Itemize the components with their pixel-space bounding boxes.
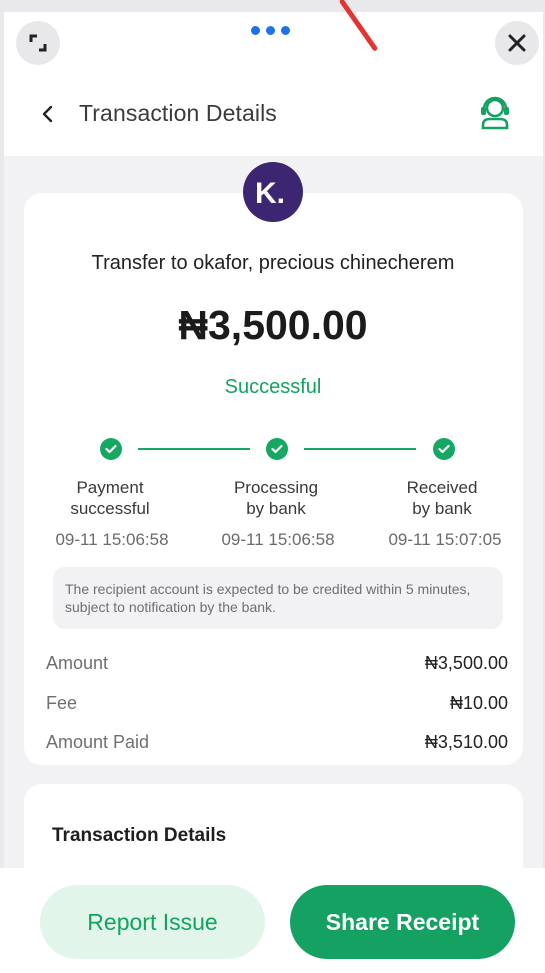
summary-label-amount: Amount xyxy=(46,653,109,673)
step-label-received: Received by bank xyxy=(372,477,512,519)
customer-support-button[interactable] xyxy=(478,94,512,135)
step-label-line: Payment xyxy=(76,478,144,497)
step-time: 09-11 15:06:58 xyxy=(55,530,169,549)
support-agent-icon xyxy=(481,96,509,130)
recipient-bank-logo: K. xyxy=(243,162,303,222)
summary-value-amount: ₦3,500.00 xyxy=(424,653,508,673)
summary-label-fee: Fee xyxy=(46,693,78,713)
credit-notice-text: The recipient account is expected to be … xyxy=(65,581,471,615)
bank-logo-icon: K. xyxy=(255,177,285,209)
section-title: Transaction Details xyxy=(52,825,227,846)
window-top-bar xyxy=(4,12,543,78)
step-label-line: successful xyxy=(70,499,150,518)
step-label-line: by bank xyxy=(246,499,306,518)
close-window-button[interactable] xyxy=(495,21,539,65)
close-icon xyxy=(508,34,526,52)
step-complete-icon xyxy=(433,438,455,460)
dot-icon xyxy=(266,26,275,35)
step-label-line: Received xyxy=(406,478,478,497)
page-title: Transaction Details xyxy=(79,100,277,126)
minimize-window-button[interactable] xyxy=(16,21,60,65)
chevron-left-icon xyxy=(42,105,53,123)
share-receipt-button[interactable]: Share Receipt xyxy=(290,885,515,959)
transfer-amount: ₦3,500.00 xyxy=(178,302,368,348)
status-text: Successful xyxy=(224,376,322,398)
transfer-recipient-text: Transfer to okafor, precious chinecherem xyxy=(91,252,455,274)
step-time: 09-11 15:06:58 xyxy=(221,530,335,549)
step-time: 09-11 15:07:05 xyxy=(388,530,502,549)
collapse-icon xyxy=(29,34,47,52)
svg-text:K.: K. xyxy=(255,177,285,209)
summary-value-fee: ₦10.00 xyxy=(449,693,508,713)
credit-notice-box: The recipient account is expected to be … xyxy=(53,567,503,629)
step-complete-icon xyxy=(100,438,122,460)
step-label-line: by bank xyxy=(412,499,472,518)
summary-value-amount-paid: ₦3,510.00 xyxy=(424,732,508,752)
dot-icon xyxy=(251,26,260,35)
progress-connector xyxy=(138,448,250,450)
dot-icon xyxy=(281,26,290,35)
progress-connector xyxy=(304,448,416,450)
step-complete-icon xyxy=(266,438,288,460)
step-label-line: Processing xyxy=(233,478,319,497)
page-header: Transaction Details xyxy=(4,78,543,156)
more-options-dots[interactable] xyxy=(251,26,290,35)
step-label-processing: Processing by bank xyxy=(206,477,346,519)
back-button[interactable] xyxy=(40,104,56,129)
summary-label-amount-paid: Amount Paid xyxy=(46,732,150,752)
step-label-payment: Payment successful xyxy=(40,477,180,519)
report-issue-button[interactable]: Report Issue xyxy=(40,885,265,959)
